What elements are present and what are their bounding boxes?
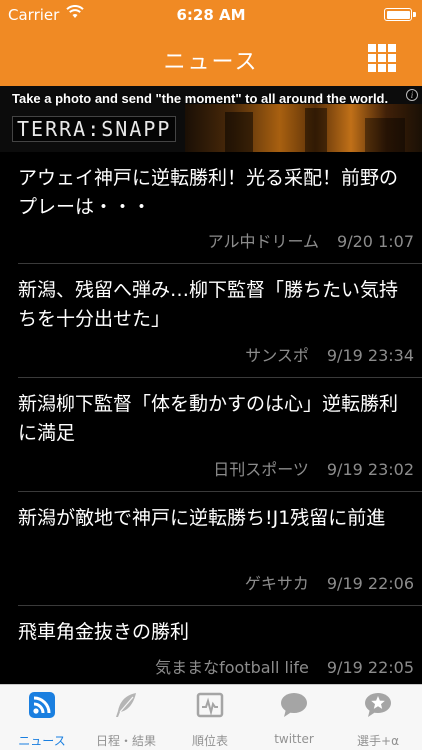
news-meta: アル中ドリーム 9/20 1:07 <box>208 228 414 252</box>
tab-label: 順位表 <box>191 734 228 748</box>
news-source: 気ままなfootball life <box>155 658 309 677</box>
news-meta: 気ままなfootball life 9/19 22:05 <box>155 654 414 678</box>
tab-schedule-results[interactable]: 日程・結果 <box>84 685 168 750</box>
tab-label: 選手+α <box>357 734 399 748</box>
tab-label: 日程・結果 <box>95 734 156 748</box>
news-item[interactable]: アウェイ神戸に逆転勝利！光る采配！前野のプレーは・・・ アル中ドリーム 9/20 … <box>0 152 422 264</box>
news-date: 9/20 1:07 <box>337 232 414 251</box>
news-date: 9/19 22:06 <box>326 574 414 593</box>
news-date: 9/19 23:02 <box>326 460 414 479</box>
tab-players[interactable]: 選手+α <box>336 685 420 750</box>
news-item[interactable]: 新潟、残留へ弾み…柳下監督「勝ちたい気持ちを十分出せた」 サンスポ 9/19 23… <box>0 264 422 378</box>
page-title: ニュース <box>163 50 259 75</box>
clock: 6:28 AM <box>176 6 246 24</box>
ad-photo <box>185 104 422 152</box>
news-item[interactable]: 新潟が敵地で神戸に逆転勝ち!J1残留に前進 ゲキサカ 9/19 22:06 <box>0 492 422 606</box>
ad-brand-logo: TERRA:SNAPP <box>12 116 177 142</box>
chart-icon <box>196 692 224 718</box>
news-headline: アウェイ神戸に逆転勝利！光る采配！前野のプレーは・・・ <box>18 167 399 218</box>
status-bar: Carrier 6:28 AM <box>0 0 422 30</box>
news-source: 日刊スポーツ <box>213 460 309 479</box>
tab-label: twitter <box>274 732 314 746</box>
tab-news[interactable]: ニュース <box>0 685 84 750</box>
battery-icon <box>384 8 416 21</box>
news-meta: 日刊スポーツ 9/19 23:02 <box>213 456 414 480</box>
news-headline: 飛車角金抜きの勝利 <box>18 621 190 643</box>
tab-standings[interactable]: 順位表 <box>168 685 252 750</box>
news-source: アル中ドリーム <box>207 232 320 251</box>
grid-menu-icon[interactable] <box>368 44 396 72</box>
news-item[interactable]: 新潟柳下監督「体を動かすのは心」逆転勝利に満足 日刊スポーツ 9/19 23:02 <box>0 378 422 492</box>
ad-banner[interactable]: Take a photo and send "the moment" to al… <box>0 86 422 152</box>
news-source: ゲキサカ <box>244 574 309 593</box>
news-date: 9/19 23:34 <box>326 346 414 365</box>
news-meta: サンスポ 9/19 23:34 <box>245 342 414 366</box>
news-headline: 新潟が敵地で神戸に逆転勝ち!J1残留に前進 <box>18 507 386 529</box>
news-item[interactable]: 飛車角金抜きの勝利 気ままなfootball life 9/19 22:05 <box>0 606 422 684</box>
ad-info-icon[interactable]: i <box>406 89 418 101</box>
tab-label: ニュース <box>18 734 66 748</box>
news-meta: ゲキサカ 9/19 22:06 <box>245 570 414 594</box>
star-bubble-icon <box>365 693 391 717</box>
tab-bar: ニュース 日程・結果 順位表 twitter 選手+α <box>0 684 422 750</box>
feather-icon <box>116 693 136 717</box>
rss-icon <box>29 692 55 718</box>
news-headline: 新潟柳下監督「体を動かすのは心」逆転勝利に満足 <box>18 393 399 444</box>
news-date: 9/19 22:05 <box>326 658 414 677</box>
tab-twitter[interactable]: twitter <box>252 685 336 750</box>
speech-bubble-icon <box>281 693 307 717</box>
news-source: サンスポ <box>245 346 309 365</box>
ad-tagline: Take a photo and send "the moment" to al… <box>12 91 389 106</box>
navigation-bar: ニュース <box>0 30 422 86</box>
news-headline: 新潟、残留へ弾み…柳下監督「勝ちたい気持ちを十分出せた」 <box>18 279 399 330</box>
